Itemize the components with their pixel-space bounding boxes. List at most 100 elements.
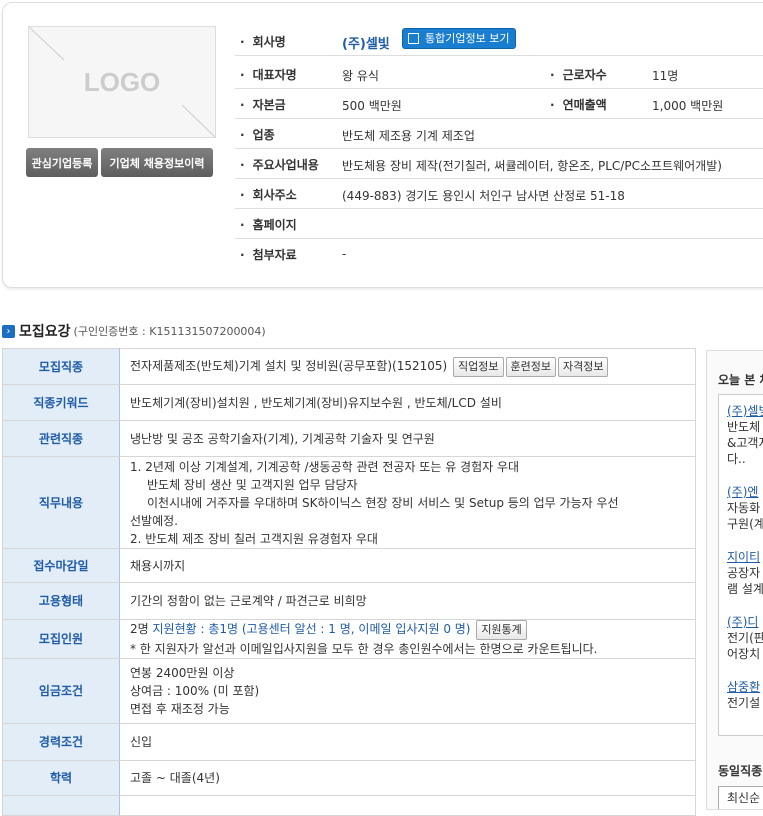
desc: 구원(계 [727,517,763,531]
recent-viewed-title: 오늘 본 채 [718,373,763,387]
list-item: (주)디 전기(판어장치 [727,614,763,662]
table-row: 직종키워드 반도체기계(장비)설치원 , 반도체기계(장비)유지보수원 , 반도체… [2,384,696,421]
row-value [119,795,696,816]
info-row: 주요사업내용 반도체용 장비 제작(전기칠러, 써큘레이터, 항온조, PLC/P… [235,149,763,179]
label: 자본금 [240,96,286,113]
row-value: 전자제품제조(반도체)기계 설치 및 정비원(공무포함)(152105) 직업정… [119,348,696,385]
wage-line: 상여금 : 100% (미 포함) [130,684,260,698]
desc: 전기설 [727,696,761,710]
value: 왕 유식 [342,69,379,83]
row-value: 신입 [119,723,696,761]
same-job-title: 동일직종 [718,764,763,778]
table-row: 임금조건 연봉 2400만원 이상상여금 : 100% (미 포함) 면접 후 재… [2,658,696,724]
label: 회사주소 [240,186,297,203]
label: 업종 [240,126,275,143]
company-link[interactable]: (주)디 [727,614,763,630]
desc: 전기(판 [727,631,763,645]
row-header: 직무내용 [2,456,120,549]
company-link[interactable]: (주)셀빛 [727,403,763,419]
list-item: 삼중환 전기설 [727,679,763,711]
row-header: 고용형태 [2,582,120,620]
label: 홈페이지 [240,216,297,233]
table-row: 직무내용 1. 2년제 이상 기계설계, 기계공학 /생동공학 관련 전공자 또… [2,456,696,549]
row-header: 임금조건 [2,658,120,724]
duty-line: 2. 반도체 제조 장비 칠러 고객지원 유경험자 우대 [130,531,378,546]
desc: 램 설계 [727,582,763,596]
table-row: 학력 고졸 ~ 대졸(4년) [2,760,696,796]
row-header: 모집직종 [2,348,120,385]
value: - [342,247,347,261]
recent-viewed-list: (주)셀빛반도체&고객지다.. (주)엔자동화구원(계 지이티공장자램 설계 (… [718,394,763,736]
info-row-name: 회사명 (주)셀빛 통합기업정보 보기 [235,26,763,56]
value: 반도체용 장비 제작(전기칠러, 써큘레이터, 항온조, PLC/PC소프트웨어… [342,159,722,173]
integrated-info-button[interactable]: 통합기업정보 보기 [402,28,517,49]
value: 반도체 제조용 기계 제조업 [342,129,475,143]
wage-line: 면접 후 재조정 가능 [130,702,230,716]
desc: 반도체 [727,420,761,434]
desc: 다.. [727,452,746,466]
company-link[interactable]: (주)엔 [727,484,763,500]
row-header: 경력조건 [2,723,120,761]
chevron-right-icon: › [2,324,15,338]
row-value: 1. 2년제 이상 기계설계, 기계공학 /생동공학 관련 전공자 또는 유 경… [119,456,696,549]
row-header: 접수마감일 [2,548,120,583]
table-row: 경력조건 신입 [2,723,696,761]
logo-text: LOGO [83,67,161,97]
row-value: 2명 지원현황 : 총1명 (고용센터 알선 : 1 명, 이메일 입사지원 0… [119,619,696,659]
sidebar: 오늘 본 채 (주)셀빛반도체&고객지다.. (주)엔자동화구원(계 지이티공장… [706,350,763,810]
table-row: 고용형태 기간의 정함이 없는 근로계약 / 파견근로 비희망 [2,582,696,620]
value: 11명 [652,69,679,83]
row-header [2,795,120,816]
company-info-box: LOGO 관심기업등록 기업체 채용정보이력 회사명 (주)셀빛 통합기업정보 … [2,2,763,288]
job-info-button[interactable]: 직업정보 [453,356,504,377]
info-row: 대표자명 왕 유식 근로자수 11명 [235,59,763,89]
company-link[interactable]: 지이티 [727,549,763,565]
value: (449-883) 경기도 용인시 처인구 남사면 산정로 51-18 [342,189,625,203]
row-value: 반도체기계(장비)설치원 , 반도체기계(장비)유지보수원 , 반도체/LCD … [119,384,696,421]
duty-line: 이천시내에 거주자를 우대하며 SK하이닉스 현장 장비 서비스 및 Setup… [147,495,619,510]
row-header: 관련직종 [2,420,120,457]
table-row: 관련직종 냉난방 및 공조 공학기술자(기계), 기계공학 기술자 및 연구원 [2,420,696,457]
duty-line: 반도체 장비 생산 및 고객지원 업무 담당자 [147,477,358,492]
license-info-button[interactable]: 자격정보 [557,356,609,377]
value: 500 백만원 [342,99,402,113]
training-info-button[interactable]: 훈련정보 [505,356,556,377]
row-value: 연봉 2400만원 이상상여금 : 100% (미 포함) 면접 후 재조정 가능 [119,658,696,724]
info-row: 업종 반도체 제조용 기계 제조업 [235,119,763,149]
table-row: 모집직종 전자제품제조(반도체)기계 설치 및 정비원(공무포함)(152105… [2,348,696,385]
label: 근로자수 [550,66,607,83]
recruit-history-button[interactable]: 기업체 채용정보이력 [101,148,213,177]
row-header: 학력 [2,760,120,796]
value: 1,000 백만원 [652,99,724,113]
label: 연매출액 [550,96,607,113]
recruit-table: 모집직종 전자제품제조(반도체)기계 설치 및 정비원(공무포함)(152105… [2,348,696,816]
job-title: 전자제품제조(반도체)기계 설치 및 정비원(공무포함)(152105) [130,358,448,373]
info-row: 회사주소 (449-883) 경기도 용인시 처인구 남사면 산정로 51-18 [235,179,763,209]
section-title: 모집요강 [19,324,71,340]
apply-status: 지원현황 : 총1명 (고용센터 알선 : 1 명, 이메일 입사지원 0 명) [152,622,471,636]
row-value: 채용시까지 [119,548,696,583]
desc: 공장자 [727,566,761,580]
row-value: 기간의 정함이 없는 근로계약 / 파견근로 비희망 [119,582,696,620]
apply-stats-button[interactable]: 지원통계 [476,620,527,640]
table-row [2,795,696,816]
duty-line: 선발예정. [130,513,178,528]
row-value: 고졸 ~ 대졸(4년) [119,760,696,796]
company-link[interactable]: 삼중환 [727,679,763,695]
desc: &고객지 [727,436,763,450]
search-doc-icon [408,33,419,44]
info-row: 자본금 500 백만원 연매출액 1,000 백만원 [235,89,763,119]
wage-line: 연봉 2400만원 이상 [130,666,235,680]
list-item: (주)셀빛반도체&고객지다.. [727,403,763,467]
table-row: 모집인원 2명 지원현황 : 총1명 (고용센터 알선 : 1 명, 이메일 입… [2,619,696,659]
button-label: 통합기업정보 보기 [425,32,510,45]
count: 2명 [130,622,149,636]
sort-select[interactable]: 최신순 [718,786,763,809]
row-value: 냉난방 및 공조 공학기술자(기계), 기계공학 기술자 및 연구원 [119,420,696,457]
row-header: 직종키워드 [2,384,120,421]
desc: 자동화 [727,501,761,515]
desc: 어장치 [727,647,761,661]
info-row: 홈페이지 [235,209,763,239]
label: 대표자명 [240,66,297,83]
register-interest-button[interactable]: 관심기업등록 [26,148,98,177]
